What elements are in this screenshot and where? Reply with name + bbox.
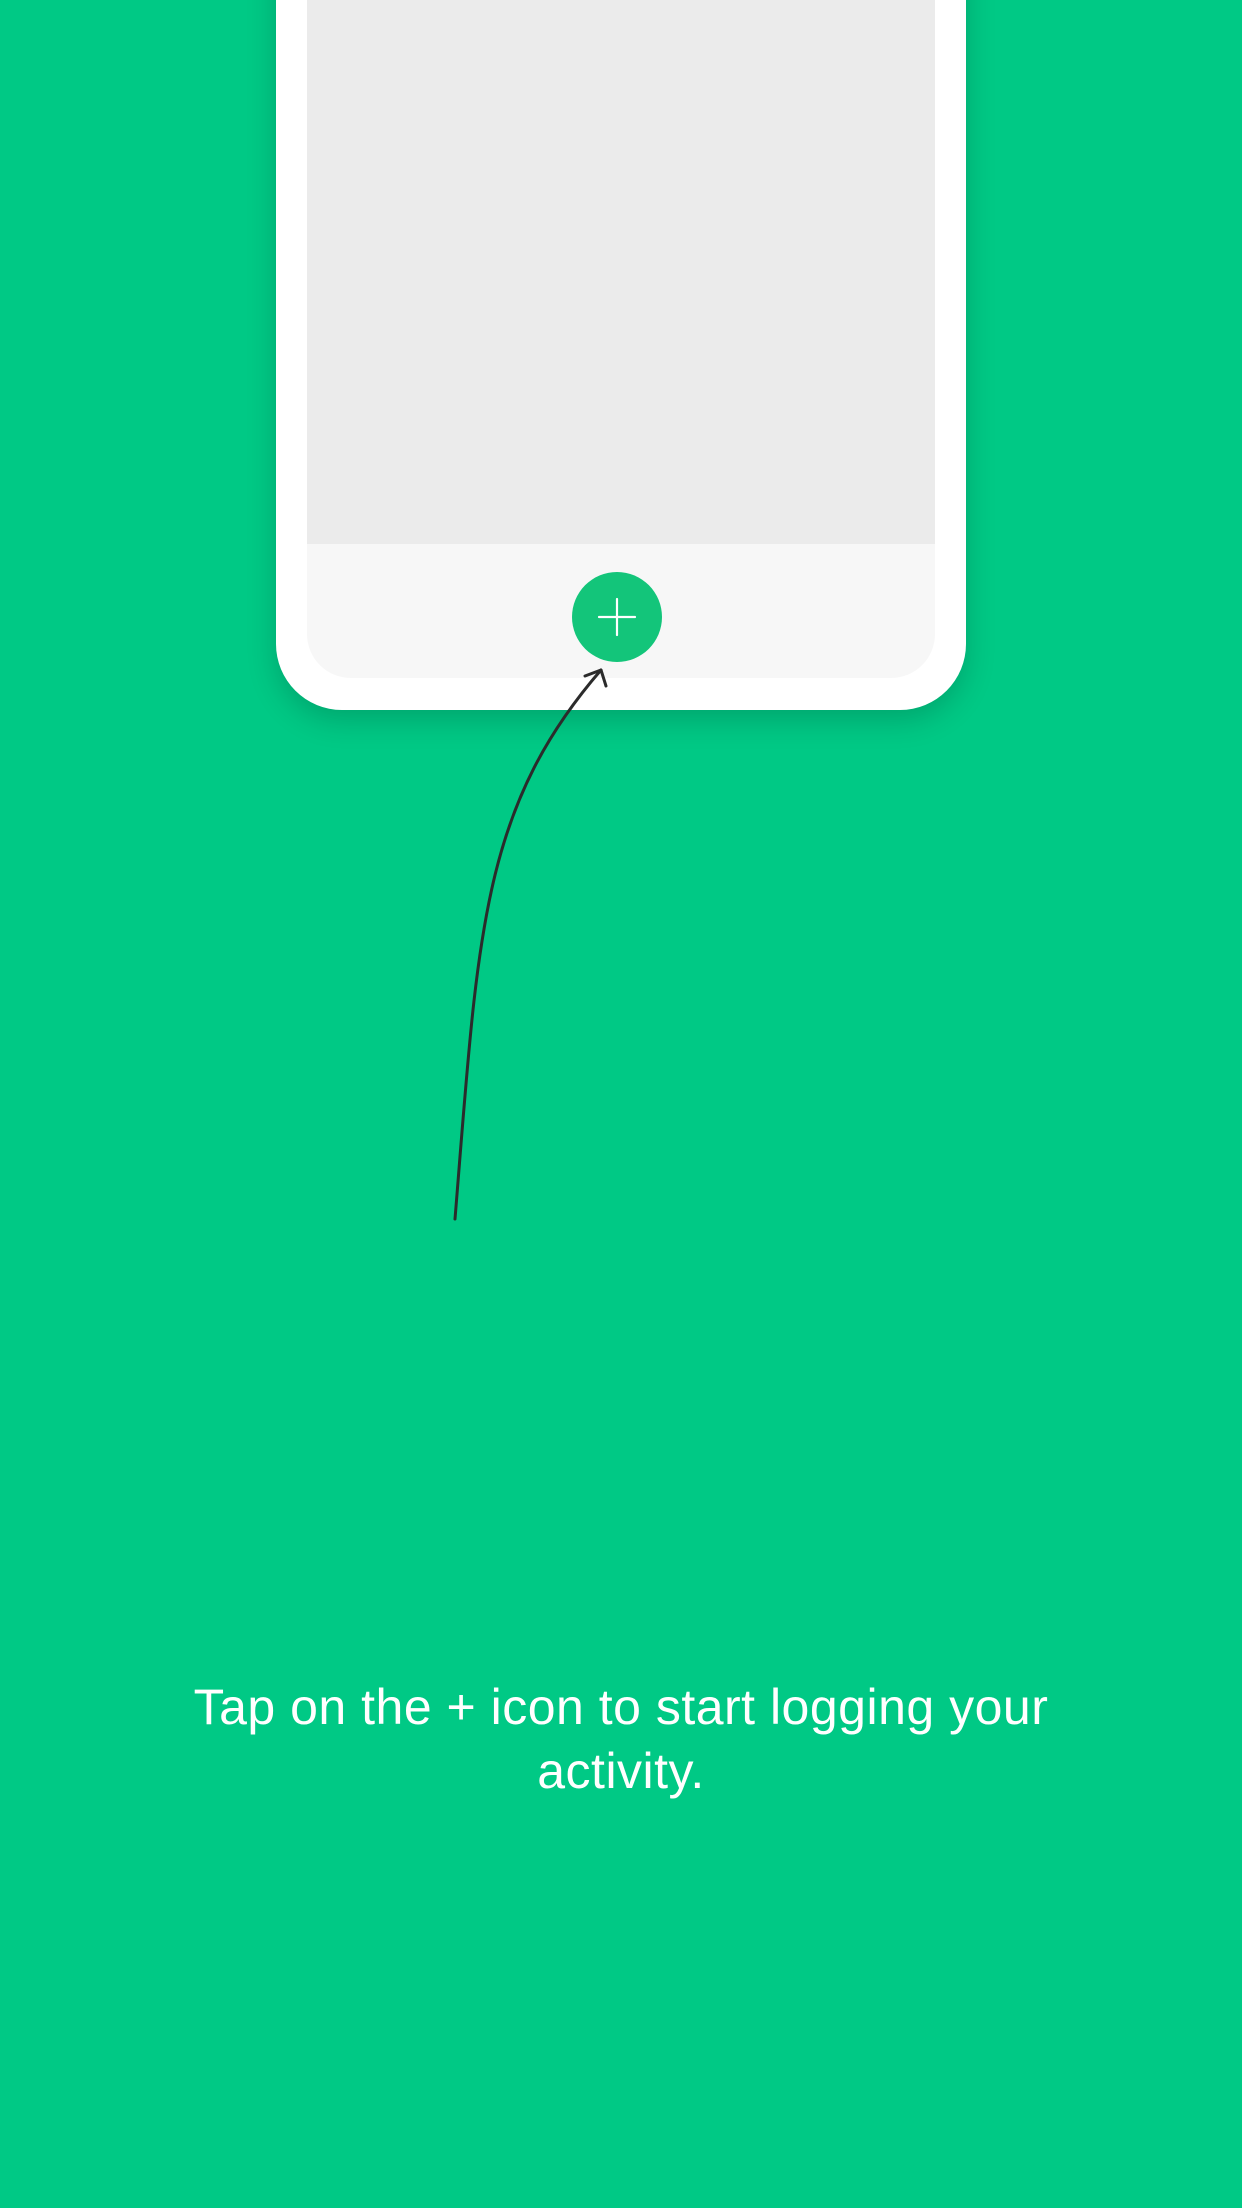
plus-icon [597, 597, 637, 637]
phone-screen [307, 0, 935, 678]
add-activity-button[interactable] [572, 572, 662, 662]
content-placeholder [307, 0, 935, 544]
phone-illustration [276, 0, 966, 710]
onboarding-screen: Tap on the + icon to start logging your … [0, 0, 1242, 2208]
arrow-shaft [453, 668, 603, 1221]
onboarding-caption: Tap on the + icon to start logging your … [193, 1679, 1049, 1799]
bottom-tab-bar [307, 544, 935, 678]
